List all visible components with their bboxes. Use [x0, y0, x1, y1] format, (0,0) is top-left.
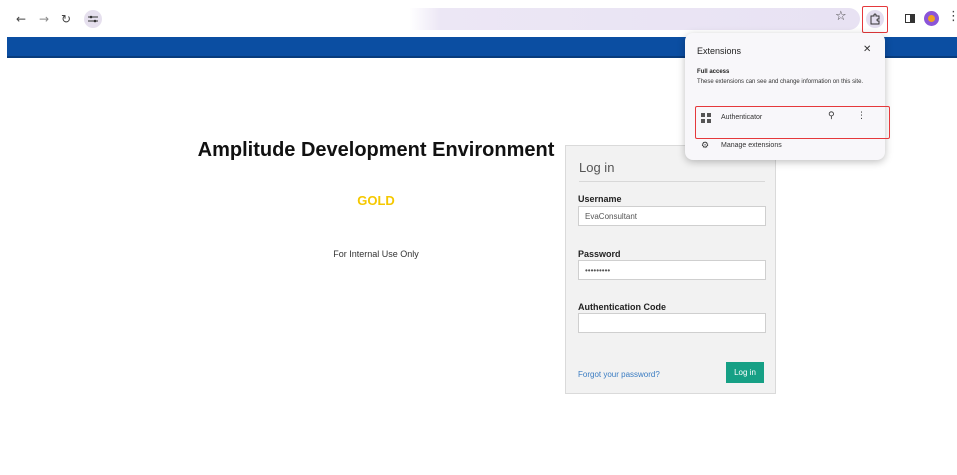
address-bar[interactable] — [83, 8, 860, 30]
arrow-left-icon[interactable]: ← — [12, 10, 30, 28]
arrow-right-icon[interactable]: → — [35, 10, 53, 28]
extension-item-authenticator[interactable]: Authenticator — [721, 114, 762, 121]
pin-icon[interactable]: ⚲ — [828, 111, 835, 121]
full-access-description: These extensions can see and change info… — [697, 79, 864, 85]
auth-code-input[interactable] — [578, 313, 766, 333]
close-icon[interactable]: ✕ — [863, 44, 871, 55]
gear-icon[interactable]: ⚙ — [701, 141, 709, 151]
puzzle-icon[interactable] — [866, 10, 884, 28]
page-title: Amplitude Development Environment — [197, 139, 555, 161]
environment-tier: GOLD — [357, 193, 395, 208]
more-options-icon[interactable]: ⋮ — [857, 111, 866, 121]
username-input[interactable]: EvaConsultant — [578, 206, 766, 226]
star-icon[interactable]: ☆ — [835, 9, 847, 24]
kebab-menu-icon[interactable]: ⋮ — [947, 9, 957, 24]
password-label: Password — [578, 249, 621, 259]
extensions-popup-title: Extensions — [697, 46, 742, 56]
manage-extensions-link[interactable]: Manage extensions — [721, 142, 782, 149]
divider — [579, 181, 765, 182]
extensions-popup: Extensions ✕ Full access These extension… — [685, 33, 890, 160]
full-access-heading: Full access — [697, 69, 730, 75]
password-input[interactable]: ••••••••• — [578, 260, 766, 280]
forgot-password-link[interactable]: Forgot your password? — [578, 370, 660, 379]
login-button[interactable]: Log in — [726, 362, 764, 383]
tune-icon[interactable] — [84, 10, 102, 28]
profile-avatar[interactable] — [924, 11, 939, 26]
internal-use-notice: For Internal Use Only — [333, 249, 419, 259]
reload-icon[interactable]: ↻ — [57, 10, 75, 28]
username-label: Username — [578, 194, 622, 204]
login-heading: Log in — [579, 160, 615, 175]
browser-window: ← → ↻ ☆ ⋮ Amplitude Development Environm… — [0, 0, 957, 475]
side-panel-icon[interactable] — [905, 14, 915, 23]
browser-toolbar: ← → ↻ ☆ ⋮ — [0, 0, 957, 37]
login-form: Log in Username EvaConsultant Password •… — [565, 145, 776, 394]
qr-code-icon — [701, 113, 712, 124]
auth-code-label: Authentication Code — [578, 302, 666, 312]
